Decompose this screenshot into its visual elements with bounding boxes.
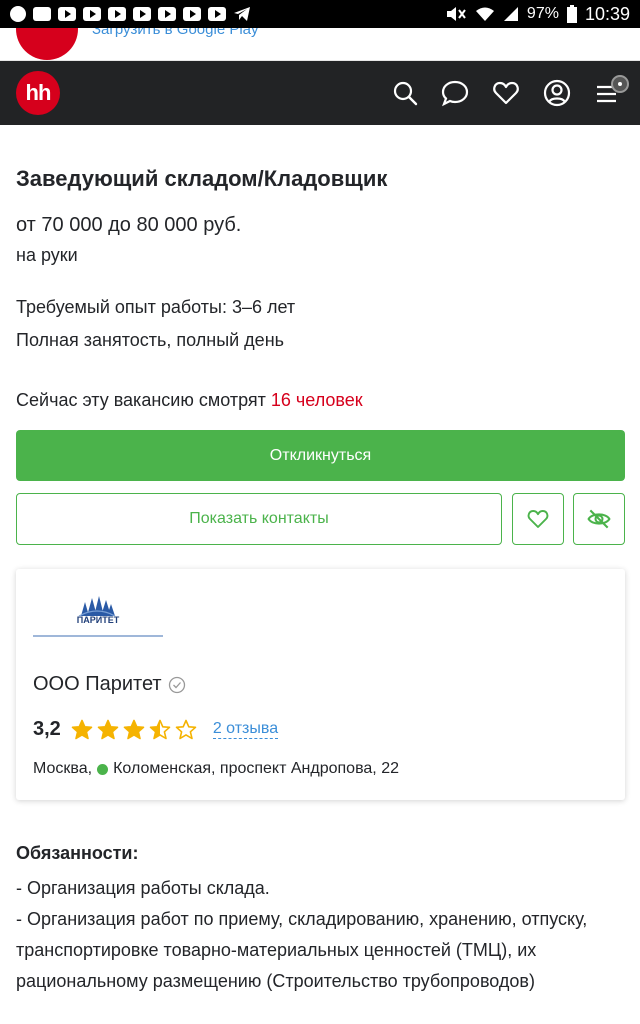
heart-outline-icon <box>527 510 549 528</box>
reddit-icon <box>10 6 26 22</box>
mute-icon <box>446 7 466 21</box>
banner-logo <box>16 28 78 60</box>
notification-icons <box>10 6 251 22</box>
youtube-icon <box>133 7 151 21</box>
star-empty-icon <box>175 719 197 739</box>
hh-logo[interactable]: hh <box>16 71 60 115</box>
top-nav: hh <box>0 61 640 125</box>
employment-type: Полная занятость, полный день <box>16 330 285 350</box>
experience: Требуемый опыт работы: 3–6 лет <box>16 297 296 317</box>
show-contacts-button[interactable]: Показать контакты <box>16 493 502 545</box>
status-bar: 97% 10:39 <box>0 0 640 28</box>
star-full-icon <box>71 719 93 739</box>
company-name[interactable]: ООО Паритет <box>33 673 162 696</box>
notification-badge <box>611 75 629 93</box>
address-metro: Коломенская, проспект Андропова, 22 <box>113 760 399 777</box>
duty-item: - Организация работ по приему, складиров… <box>16 909 588 991</box>
company-name-row: ООО Паритет <box>33 673 186 696</box>
system-status: 97% 10:39 <box>445 4 630 25</box>
battery-percent: 97% <box>526 5 559 22</box>
favorite-button[interactable] <box>512 493 564 545</box>
company-address: Москва, Коломенская, проспект Андропова,… <box>33 760 399 778</box>
rating-stars <box>71 719 197 741</box>
building-icon <box>78 596 116 616</box>
signal-icon <box>503 7 518 21</box>
apply-button[interactable]: Откликнуться <box>16 430 625 481</box>
chat-icon[interactable] <box>440 78 470 108</box>
watching-now: Сейчас эту вакансию смотрят 16 человек <box>16 390 363 411</box>
address-city: Москва, <box>33 760 93 777</box>
battery-icon <box>566 5 577 23</box>
beaver-icon <box>33 7 51 21</box>
telegram-icon <box>234 7 250 21</box>
heart-icon[interactable] <box>491 78 521 108</box>
profile-icon[interactable] <box>542 78 572 108</box>
watching-prefix: Сейчас эту вакансию смотрят <box>16 390 271 410</box>
clock: 10:39 <box>584 3 630 24</box>
company-logo-text: ПАРИТЕТ <box>76 615 120 625</box>
hide-vacancy-button[interactable] <box>573 493 625 545</box>
reviews-link[interactable]: 2 отзыва <box>212 720 279 739</box>
duties-list: - Организация работы склада. - Организац… <box>16 873 624 997</box>
rating-value: 3,2 <box>33 718 61 740</box>
eye-off-icon <box>587 509 611 529</box>
search-icon[interactable] <box>390 78 420 108</box>
duties-heading: Обязанности: <box>16 843 139 863</box>
youtube-icon <box>83 7 101 21</box>
youtube-icon <box>208 7 226 21</box>
star-full-icon <box>97 719 119 739</box>
watching-count: 16 человек <box>270 390 363 410</box>
star-half-icon <box>149 719 171 739</box>
duty-item: - Организация работы склада. <box>16 878 270 898</box>
star-full-icon <box>123 719 145 739</box>
company-card: ПАРИТЕТ ООО Паритет 3,2 2 отзыва Москва,… <box>16 569 625 800</box>
vacancy-title: Заведующий складом/Кладовщик <box>16 166 388 191</box>
youtube-icon <box>183 7 201 21</box>
salary-note: на руки <box>16 245 78 265</box>
app-banner: Загрузить в Google Play <box>0 28 640 61</box>
verified-icon <box>168 676 185 693</box>
google-play-link[interactable]: Загрузить в Google Play <box>92 28 259 38</box>
youtube-icon <box>108 7 126 21</box>
youtube-icon <box>158 7 176 21</box>
company-rating: 3,2 2 отзыва <box>33 718 279 741</box>
metro-icon <box>97 763 109 775</box>
salary: от 70 000 до 80 000 руб. <box>16 214 242 236</box>
youtube-icon <box>58 7 76 21</box>
wifi-icon <box>475 7 494 21</box>
company-logo[interactable]: ПАРИТЕТ <box>33 591 163 637</box>
